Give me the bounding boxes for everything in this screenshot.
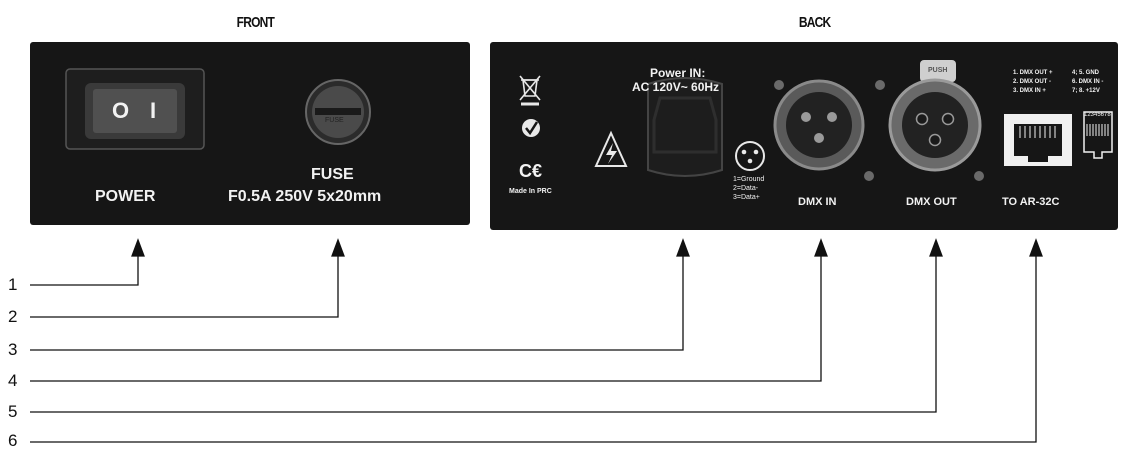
callout-number-3: 3 — [8, 340, 18, 359]
callout-number-2: 2 — [8, 307, 18, 326]
rj45-legend-left-2: 2. DMX OUT - — [1013, 79, 1052, 85]
xlr-pinout-icon — [735, 141, 765, 171]
callout-lines — [30, 238, 1043, 443]
rj45-jack — [1004, 114, 1072, 166]
callout-number-5: 5 — [8, 402, 18, 421]
callout-number-1: 1 — [8, 275, 18, 294]
pinout-2: 2=Data- — [733, 185, 759, 192]
power-in-spec: AC 120V~ 60Hz — [632, 80, 720, 94]
fuse-holder — [305, 79, 371, 145]
weee-bin-icon — [519, 75, 541, 106]
latch-text: PUSH — [928, 67, 948, 74]
rj45-pin-diagram-icon — [1083, 111, 1113, 159]
dmx-out-label: DMX OUT — [906, 196, 957, 208]
switch-on-symbol: I — [150, 98, 157, 123]
rj45-legend-left-1: 1. DMX OUT + — [1013, 70, 1053, 76]
callout-number-4: 4 — [8, 371, 18, 390]
callout-number-6: 6 — [8, 431, 18, 450]
rj45-legend-right-1: 4; 5. GND — [1072, 70, 1100, 76]
rj45-legend-right-3: 7; 8. +12V — [1072, 88, 1100, 94]
power-switch — [65, 68, 205, 150]
rj45-pin-numbers: 12345678 — [1084, 112, 1111, 118]
power-label: POWER — [95, 188, 156, 205]
pinout-1: 1=Ground — [733, 176, 765, 183]
rj45-legend-left-3: 3. DMX IN + — [1013, 88, 1046, 94]
made-in-label: Made In PRC — [509, 188, 552, 195]
pinout-3: 3=Data+ — [733, 194, 760, 201]
rj45-legend-right-2: 6. DMX IN - — [1072, 79, 1104, 85]
dmx-in-connector — [773, 79, 874, 181]
switch-off-symbol: O — [112, 98, 130, 123]
to-ar-label: TO AR-32C — [1002, 196, 1060, 208]
fuse-label: FUSE — [311, 166, 354, 183]
check-mark-icon — [522, 119, 540, 137]
power-in-label: Power IN: — [650, 66, 706, 80]
ce-mark: C€ — [519, 161, 543, 181]
fuse-spec: F0.5A 250V 5x20mm — [228, 188, 382, 205]
dmx-in-label: DMX IN — [798, 196, 837, 208]
device-drawing — [30, 60, 1113, 443]
fuse-cap-text: FUSE — [325, 117, 344, 124]
warning-high-voltage-icon — [594, 130, 628, 167]
dmx-out-connector — [875, 60, 984, 181]
